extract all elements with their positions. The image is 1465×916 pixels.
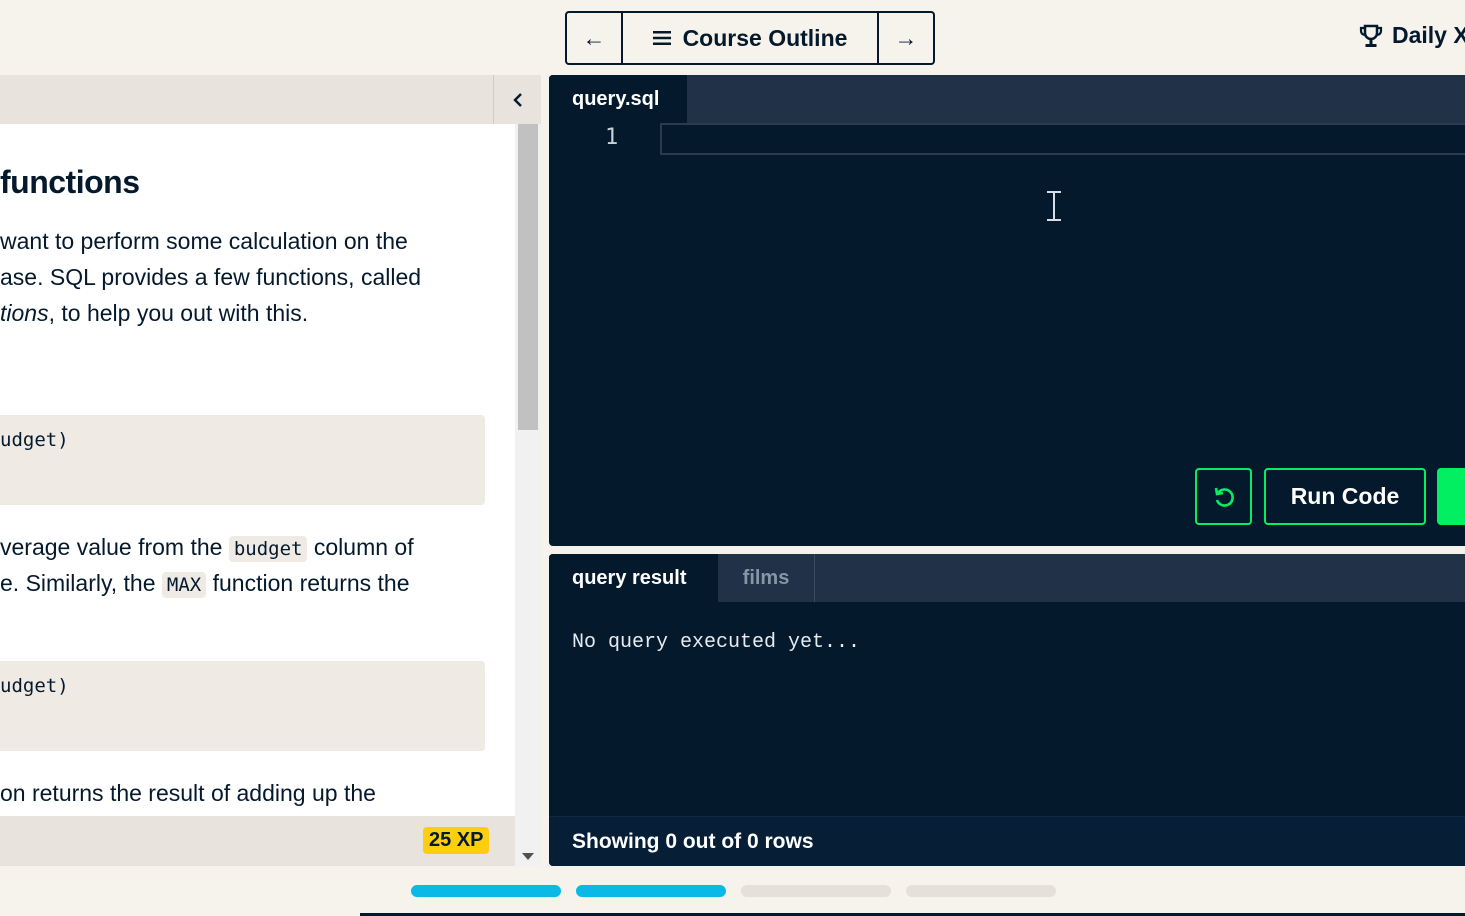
- app-root: ← Course Outline → Daily X functions wan…: [0, 0, 1465, 916]
- tab-query-result[interactable]: query result: [549, 554, 718, 602]
- instructions-scrollbar[interactable]: [515, 124, 541, 866]
- paragraph-text: function returns the: [206, 570, 410, 596]
- progress-segment: [576, 885, 726, 897]
- scroll-down-arrow-icon[interactable]: [522, 853, 534, 860]
- next-exercise-button[interactable]: →: [879, 13, 933, 63]
- code-example-line: udget): [0, 675, 69, 697]
- lesson-paragraph-line: on returns the result of adding up the: [0, 780, 376, 806]
- paragraph-text: , to help you out with this.: [48, 300, 309, 326]
- course-navigation: ← Course Outline →: [565, 11, 935, 65]
- left-edge-fragment: [0, 28, 4, 40]
- text-cursor-icon: [1047, 191, 1061, 221]
- tab-films[interactable]: films: [718, 554, 815, 602]
- instructions-footer: 25 XP: [0, 816, 515, 866]
- chevron-left-icon: [512, 92, 522, 107]
- lesson-paragraph-line: e. Similarly, the MAX function returns t…: [0, 565, 410, 603]
- scrollbar-thumb[interactable]: [518, 124, 538, 430]
- row-count-status: Showing 0 out of 0 rows: [549, 816, 1465, 866]
- paragraph-text: e. Similarly, the: [0, 570, 162, 596]
- results-panel: query result films No query executed yet…: [549, 554, 1465, 866]
- instructions-panel: functions want to perform some calculati…: [0, 75, 541, 866]
- daily-xp-button[interactable]: Daily X: [1358, 22, 1465, 49]
- inline-code: MAX: [161, 572, 207, 598]
- results-tab-bar: query result films: [549, 554, 1465, 602]
- lesson-paragraph-line: tions, to help you out with this.: [0, 295, 308, 331]
- empty-results-message: No query executed yet...: [572, 631, 861, 654]
- daily-xp-label: Daily X: [1392, 22, 1465, 48]
- course-outline-button[interactable]: Course Outline: [621, 13, 879, 63]
- lesson-heading: functions: [0, 164, 140, 200]
- code-example: udget): [0, 415, 485, 505]
- prev-exercise-button[interactable]: ←: [567, 13, 621, 63]
- submit-answer-button[interactable]: [1437, 468, 1465, 525]
- arrow-right-icon: →: [894, 24, 918, 51]
- trophy-icon: [1359, 24, 1383, 47]
- code-input[interactable]: [660, 123, 1465, 155]
- instructions-header: [0, 75, 541, 124]
- tab-query-sql[interactable]: query.sql: [549, 75, 687, 124]
- italic-term: tions: [0, 300, 49, 326]
- progress-segment: [411, 885, 561, 897]
- code-example-line: udget): [0, 429, 69, 451]
- arrow-left-icon: ←: [582, 24, 606, 51]
- reset-icon: [1214, 487, 1234, 507]
- lesson-paragraph-line: ase. SQL provides a few functions, calle…: [0, 264, 422, 290]
- lesson-paragraph-line: verage value from the budget column of: [0, 529, 414, 567]
- xp-badge: 25 XP: [423, 827, 490, 854]
- code-editor-panel: query.sql 1 Run Code: [549, 75, 1465, 546]
- course-outline-label: Course Outline: [682, 24, 848, 51]
- inline-code: budget: [228, 536, 308, 562]
- paragraph-text: verage value from the: [0, 534, 229, 560]
- paragraph-text: column of: [307, 534, 414, 560]
- line-number: 1: [605, 125, 619, 150]
- progress-segment: [741, 885, 891, 897]
- run-code-button[interactable]: Run Code: [1264, 468, 1426, 525]
- collapse-panel-button[interactable]: [493, 75, 541, 124]
- lesson-paragraph-line: want to perform some calculation on the: [0, 228, 408, 254]
- editor-tab-bar: query.sql: [549, 75, 1465, 124]
- reset-code-button[interactable]: [1195, 468, 1252, 525]
- menu-icon: [652, 31, 671, 45]
- instructions-content: functions want to perform some calculati…: [0, 124, 515, 816]
- code-example: udget): [0, 661, 485, 751]
- progress-segment: [906, 885, 1056, 897]
